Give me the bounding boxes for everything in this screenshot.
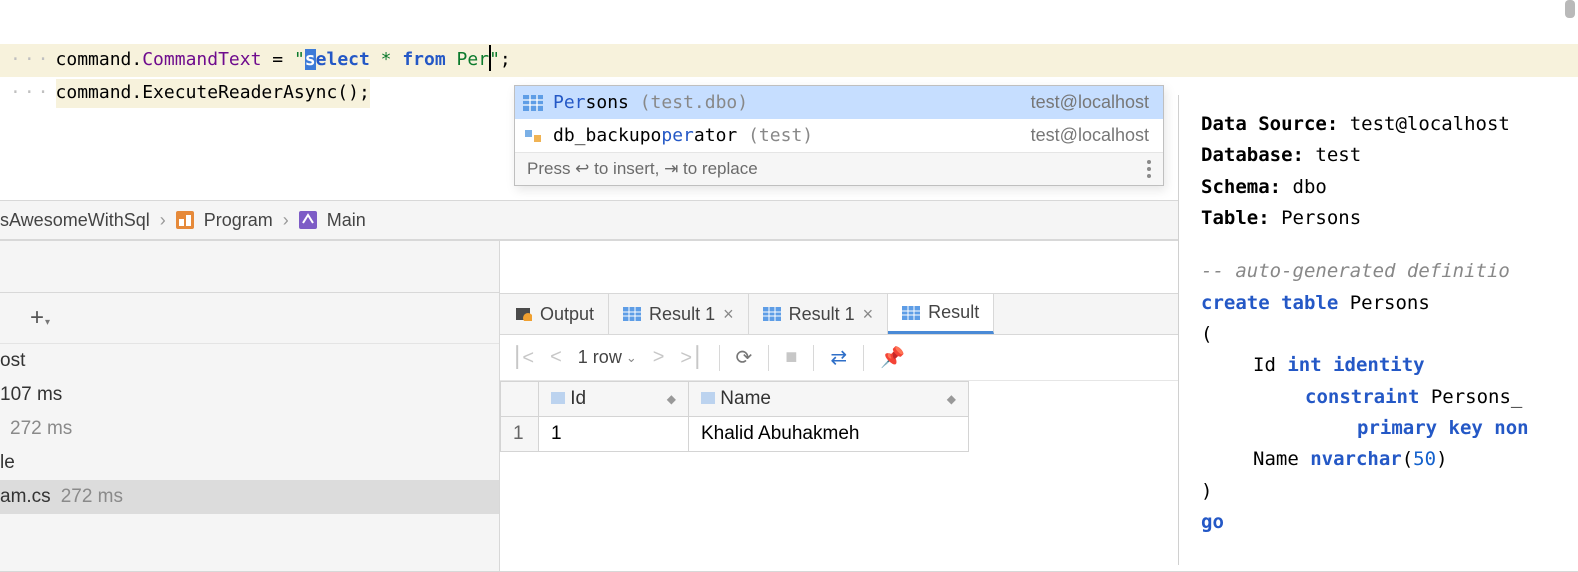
close-icon[interactable]: × — [863, 304, 874, 325]
autocomplete-item-conn: test@localhost — [1031, 125, 1149, 146]
last-page-icon[interactable]: >⎮ — [680, 345, 702, 370]
db-value: test — [1304, 144, 1361, 166]
tab-result-1b[interactable]: Result 1 × — [749, 294, 889, 334]
autocomplete-item-persons[interactable]: Persons (test.dbo) test@localhost — [515, 86, 1163, 119]
chevron-right-icon: › — [283, 210, 289, 231]
tab-result-1a[interactable]: Result 1 × — [609, 294, 749, 334]
output-icon — [514, 307, 532, 321]
tree-row[interactable]: 107 ms — [0, 378, 499, 412]
db-label: Database: — [1201, 144, 1304, 166]
pin-icon[interactable]: 📌 — [880, 345, 905, 370]
cell-id[interactable]: 1 — [539, 417, 689, 452]
column-header-name[interactable]: Name◆ — [689, 382, 969, 417]
breadcrumb-item[interactable]: sAwesomeWithSql — [0, 210, 150, 231]
side-tree-panel: + ost 107 ms 272 ms le am.cs272 ms — [0, 240, 500, 572]
cell-name[interactable]: Khalid Abuhakmeh — [689, 417, 969, 452]
row-number: 1 — [501, 417, 539, 452]
rownum-header — [501, 382, 539, 417]
tab-result-active[interactable]: Result — [888, 294, 994, 334]
tree-row[interactable]: 272 ms — [0, 412, 499, 446]
column-icon — [551, 392, 565, 404]
compare-icon[interactable]: ⇄ — [830, 345, 847, 370]
first-page-icon[interactable]: ⎮< — [512, 345, 534, 370]
column-header-id[interactable]: Id◆ — [539, 382, 689, 417]
close-icon[interactable]: × — [723, 304, 734, 325]
table-icon — [902, 306, 920, 320]
row-count[interactable]: 1 row ⌄ — [578, 347, 637, 368]
editor-scrollbar[interactable] — [1565, 0, 1575, 18]
breadcrumb-item[interactable]: Program — [204, 210, 273, 231]
autocomplete-item-label: Persons (test.dbo) — [553, 92, 748, 113]
stop-icon[interactable]: ■ — [785, 346, 797, 369]
code-text: command.CommandText = "select * from Per… — [56, 46, 511, 75]
autocomplete-popup: Persons (test.dbo) test@localhost db_bac… — [514, 85, 1164, 186]
autocomplete-menu-icon[interactable] — [1147, 160, 1151, 178]
class-icon — [176, 211, 194, 229]
autocomplete-item-role[interactable]: db_backupoperator (test) test@localhost — [515, 119, 1163, 152]
prev-page-icon[interactable]: < — [550, 346, 562, 369]
tree-row-selected[interactable]: am.cs272 ms — [0, 480, 499, 514]
table-icon — [523, 95, 543, 111]
tab-output[interactable]: Output — [500, 294, 609, 334]
ddl-comment: -- auto-generated definitio — [1201, 256, 1578, 287]
role-icon — [523, 128, 543, 144]
sort-icon[interactable]: ◆ — [947, 392, 956, 406]
table-icon — [763, 307, 781, 321]
breadcrumb-item[interactable]: Main — [327, 210, 366, 231]
refresh-icon[interactable]: ⟳ — [736, 345, 753, 370]
ds-label: Data Source: — [1201, 113, 1338, 135]
code-line-1[interactable]: ··· command.CommandText = "select * from… — [0, 44, 1578, 77]
table-row[interactable]: 1 1 Khalid Abuhakmeh — [501, 417, 969, 452]
add-icon[interactable]: + — [30, 304, 44, 332]
table-value: Persons — [1270, 207, 1362, 229]
ds-value: test@localhost — [1338, 113, 1510, 135]
autocomplete-item-conn: test@localhost — [1031, 92, 1149, 113]
schema-value: dbo — [1281, 176, 1327, 198]
sort-icon[interactable]: ◆ — [667, 392, 676, 406]
quick-doc-panel: Data Source: test@localhost Database: te… — [1178, 95, 1578, 565]
autocomplete-item-label: db_backupoperator (test) — [553, 125, 813, 146]
side-toolbar: + — [0, 292, 499, 344]
tree-row[interactable]: le — [0, 446, 499, 480]
table-label: Table: — [1201, 207, 1270, 229]
tree-row[interactable]: ost — [0, 344, 499, 378]
schema-label: Schema: — [1201, 176, 1281, 198]
column-icon — [701, 392, 715, 404]
next-page-icon[interactable]: > — [653, 346, 665, 369]
chevron-right-icon: › — [160, 210, 166, 231]
method-icon — [299, 211, 317, 229]
autocomplete-hint: Press ↩ to insert, ⇥ to replace — [515, 152, 1163, 185]
code-text: command.ExecuteReaderAsync(); — [56, 79, 370, 108]
table-icon — [623, 307, 641, 321]
